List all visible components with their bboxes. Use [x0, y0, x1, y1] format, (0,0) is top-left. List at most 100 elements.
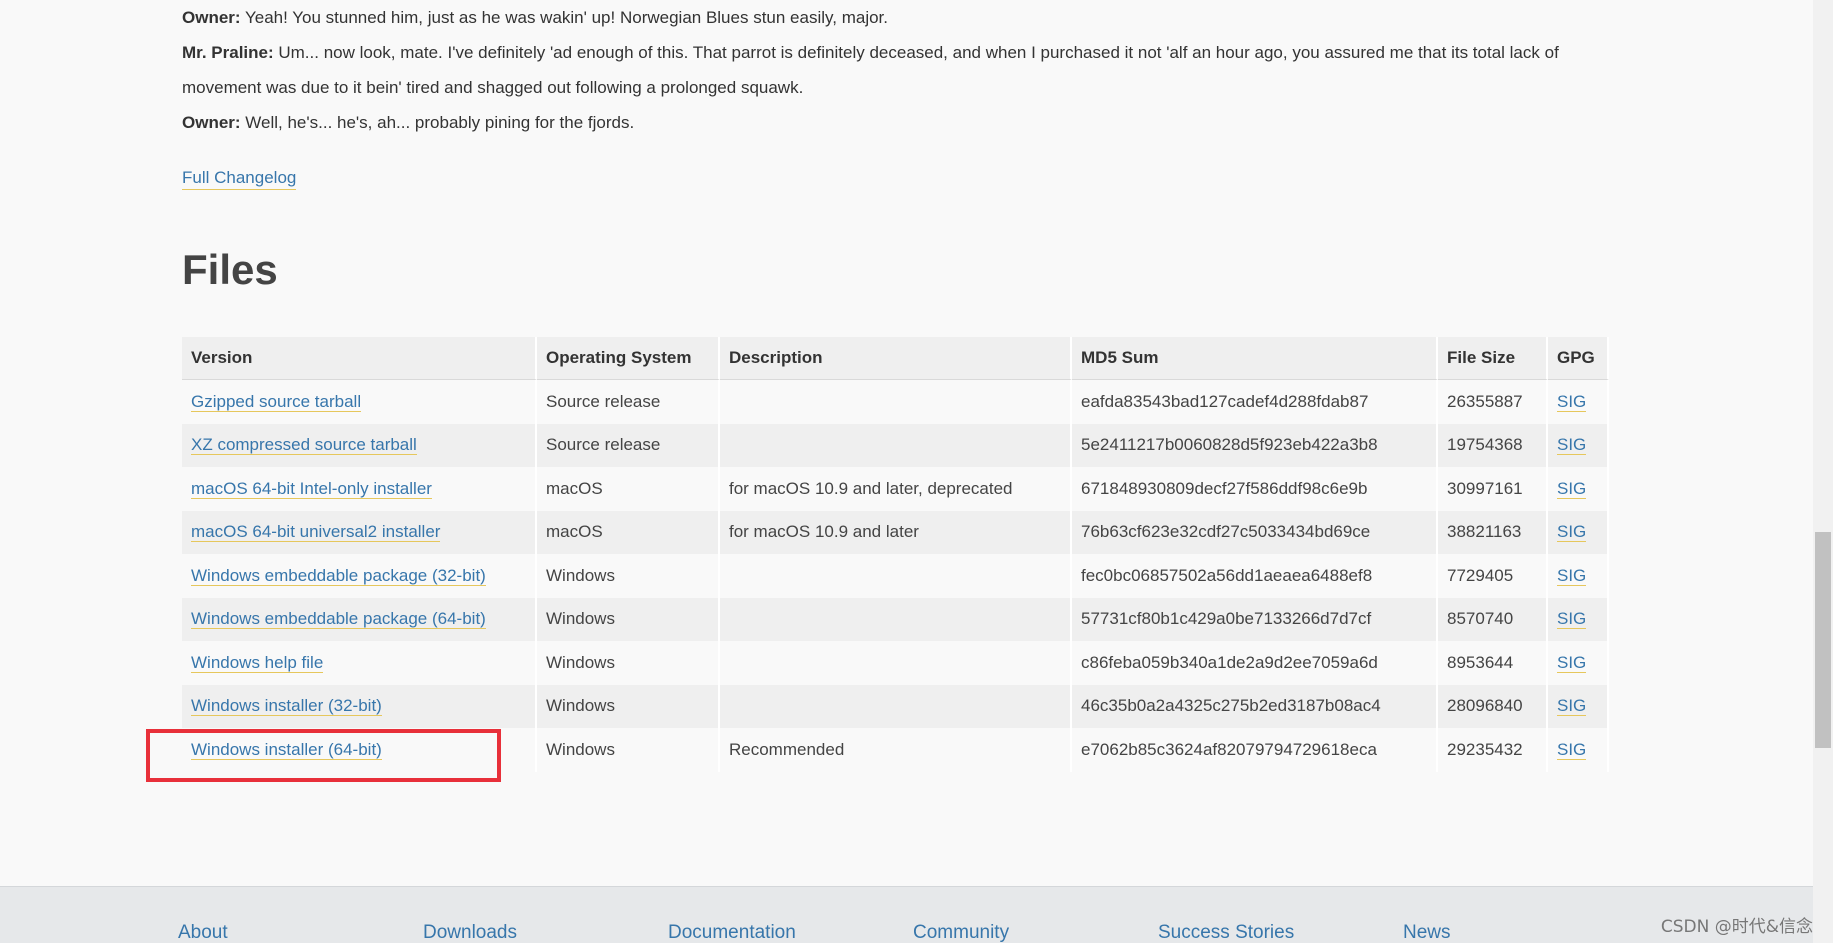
sig-link[interactable]: SIG	[1557, 739, 1587, 760]
description-cell	[720, 423, 1072, 467]
os-cell: Windows	[537, 597, 720, 641]
dialogue-line: Mr. Praline: Um... now look, mate. I've …	[182, 35, 1622, 105]
files-table: Version Operating System Description MD5…	[182, 337, 1609, 772]
md5-cell: 57731cf80b1c429a0be7133266d7d7cf	[1072, 597, 1438, 641]
column-header-version: Version	[182, 337, 537, 380]
os-cell: Source release	[537, 423, 720, 467]
footer-link-about[interactable]: About	[178, 922, 228, 943]
footer-link-documentation[interactable]: Documentation	[668, 922, 796, 943]
os-cell: Windows	[537, 684, 720, 728]
table-row: XZ compressed source tarball Source rele…	[182, 423, 1609, 467]
os-cell: macOS	[537, 467, 720, 511]
dialogue-line: Owner: Yeah! You stunned him, just as he…	[182, 0, 1622, 35]
page: Owner: Yeah! You stunned him, just as he…	[0, 0, 1833, 943]
md5-cell: 671848930809decf27f586ddf98c6e9b	[1072, 467, 1438, 511]
version-cell: Gzipped source tarball	[182, 380, 537, 424]
footer-link-success-stories[interactable]: Success Stories	[1158, 922, 1294, 943]
scrollbar-thumb[interactable]	[1815, 532, 1831, 748]
dialogue-text: Yeah! You stunned him, just as he was wa…	[240, 8, 888, 27]
site-footer: About Downloads Documentation Community …	[0, 886, 1813, 943]
os-cell: Windows	[537, 641, 720, 685]
table-row: Windows help file Windows c86feba059b340…	[182, 641, 1609, 685]
version-cell: Windows help file	[182, 641, 537, 685]
gpg-cell: SIG	[1548, 641, 1609, 685]
column-header-os: Operating System	[537, 337, 720, 380]
file-size-cell: 8953644	[1438, 641, 1548, 685]
download-link[interactable]: Windows installer (32-bit)	[191, 696, 382, 717]
table-row: Windows embeddable package (32-bit) Wind…	[182, 554, 1609, 598]
sig-link[interactable]: SIG	[1557, 565, 1587, 586]
sig-link[interactable]: SIG	[1557, 522, 1587, 543]
table-row: Windows installer (32-bit) Windows 46c35…	[182, 684, 1609, 728]
main-content: Owner: Yeah! You stunned him, just as he…	[182, 0, 1622, 772]
os-cell: Source release	[537, 380, 720, 424]
download-link[interactable]: Windows embeddable package (32-bit)	[191, 565, 486, 586]
gpg-cell: SIG	[1548, 380, 1609, 424]
md5-cell: e7062b85c3624af82079794729618eca	[1072, 728, 1438, 772]
full-changelog-link[interactable]: Full Changelog	[182, 167, 297, 190]
gpg-cell: SIG	[1548, 467, 1609, 511]
description-cell	[720, 684, 1072, 728]
description-cell: for macOS 10.9 and later	[720, 510, 1072, 554]
sig-link[interactable]: SIG	[1557, 435, 1587, 456]
version-cell: Windows embeddable package (64-bit)	[182, 597, 537, 641]
os-cell: Windows	[537, 728, 720, 772]
md5-cell: c86feba059b340a1de2a9d2ee7059a6d	[1072, 641, 1438, 685]
table-row: macOS 64-bit universal2 installer macOS …	[182, 510, 1609, 554]
version-cell: Windows embeddable package (32-bit)	[182, 554, 537, 598]
footer-link-community[interactable]: Community	[913, 922, 1009, 943]
version-cell: Windows installer (32-bit)	[182, 684, 537, 728]
footer-link-news[interactable]: News	[1403, 922, 1451, 943]
file-size-cell: 28096840	[1438, 684, 1548, 728]
gpg-cell: SIG	[1548, 554, 1609, 598]
file-size-cell: 19754368	[1438, 423, 1548, 467]
changelog-dialogue: Owner: Yeah! You stunned him, just as he…	[182, 0, 1622, 140]
gpg-cell: SIG	[1548, 684, 1609, 728]
sig-link[interactable]: SIG	[1557, 696, 1587, 717]
dialogue-text: Well, he's... he's, ah... probably pinin…	[240, 113, 635, 132]
sig-link[interactable]: SIG	[1557, 478, 1587, 499]
gpg-cell: SIG	[1548, 510, 1609, 554]
os-cell: macOS	[537, 510, 720, 554]
description-cell: Recommended	[720, 728, 1072, 772]
download-link-windows-installer-64[interactable]: Windows installer (64-bit)	[191, 739, 382, 760]
description-cell	[720, 554, 1072, 598]
gpg-cell: SIG	[1548, 597, 1609, 641]
download-link[interactable]: Gzipped source tarball	[191, 391, 362, 412]
file-size-cell: 38821163	[1438, 510, 1548, 554]
file-size-cell: 29235432	[1438, 728, 1548, 772]
file-size-cell: 7729405	[1438, 554, 1548, 598]
dialogue-speaker: Owner:	[182, 113, 241, 132]
md5-cell: eafda83543bad127cadef4d288fdab87	[1072, 380, 1438, 424]
description-cell	[720, 597, 1072, 641]
sig-link[interactable]: SIG	[1557, 652, 1587, 673]
column-header-file-size: File Size	[1438, 337, 1548, 380]
download-link[interactable]: macOS 64-bit Intel-only installer	[191, 478, 432, 499]
download-link[interactable]: macOS 64-bit universal2 installer	[191, 522, 441, 543]
description-cell: for macOS 10.9 and later, deprecated	[720, 467, 1072, 511]
table-row: Windows embeddable package (64-bit) Wind…	[182, 597, 1609, 641]
version-cell: macOS 64-bit Intel-only installer	[182, 467, 537, 511]
watermark: CSDN @时代&信念	[1660, 917, 1813, 937]
md5-cell: 5e2411217b0060828d5f923eb422a3b8	[1072, 423, 1438, 467]
download-link[interactable]: Windows embeddable package (64-bit)	[191, 609, 486, 630]
footer-link-downloads[interactable]: Downloads	[423, 922, 517, 943]
file-size-cell: 30997161	[1438, 467, 1548, 511]
download-link[interactable]: Windows help file	[191, 652, 324, 673]
version-cell: Windows installer (64-bit)	[182, 728, 537, 772]
version-cell: macOS 64-bit universal2 installer	[182, 510, 537, 554]
column-header-description: Description	[720, 337, 1072, 380]
gpg-cell: SIG	[1548, 728, 1609, 772]
download-link[interactable]: XZ compressed source tarball	[191, 435, 417, 456]
description-cell	[720, 380, 1072, 424]
dialogue-speaker: Owner:	[182, 8, 241, 27]
md5-cell: fec0bc06857502a56dd1aeaea6488ef8	[1072, 554, 1438, 598]
description-cell	[720, 641, 1072, 685]
column-header-gpg: GPG	[1548, 337, 1609, 380]
table-header-row: Version Operating System Description MD5…	[182, 337, 1609, 380]
scrollbar-track[interactable]	[1813, 0, 1833, 943]
dialogue-speaker: Mr. Praline:	[182, 43, 274, 62]
sig-link[interactable]: SIG	[1557, 391, 1587, 412]
files-heading: Files	[182, 246, 278, 293]
sig-link[interactable]: SIG	[1557, 609, 1587, 630]
